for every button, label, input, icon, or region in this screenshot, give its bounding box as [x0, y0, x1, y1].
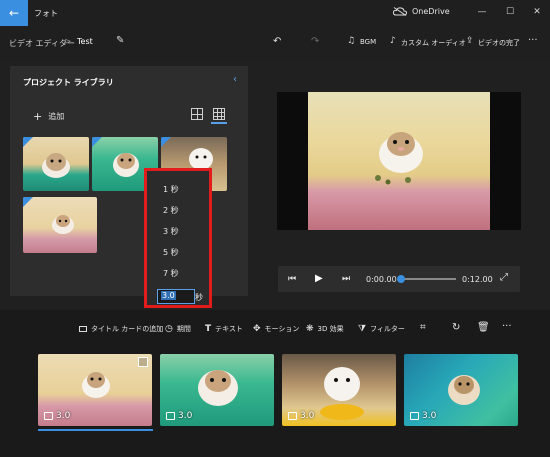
maximize-button[interactable]: ☐ [500, 4, 520, 20]
clip-duration: 3.0 [422, 411, 437, 421]
collapse-library-button[interactable]: ‹ [233, 74, 237, 85]
rename-pencil-icon[interactable]: ✎ [116, 35, 124, 46]
motion-icon: ✥ [253, 324, 261, 334]
hamster-image [375, 132, 423, 185]
music-note-icon: ♫ [347, 36, 356, 46]
video-preview[interactable] [277, 92, 521, 230]
filter-icon: ⧩ [358, 324, 367, 334]
add-label: 追加 [48, 112, 65, 121]
motion-button[interactable]: ✥ モーション [253, 324, 299, 334]
3d-effects-button[interactable]: ❋ 3D 効果 [306, 324, 344, 334]
motion-label: モーション [264, 325, 300, 333]
text-button[interactable]: T テキスト [205, 324, 243, 334]
duration-label: 期間 [176, 325, 191, 333]
current-time: 0:00.00 [366, 275, 397, 284]
crop-icon[interactable]: ⌗ [420, 322, 426, 333]
custom-audio-button[interactable]: カスタム オーディオ [401, 38, 466, 48]
selected-corner-marker [161, 137, 171, 147]
cloud-icon [393, 7, 407, 16]
image-icon [288, 412, 297, 420]
onedrive-status[interactable]: OneDrive [393, 7, 450, 16]
library-thumbnail[interactable] [23, 197, 97, 253]
more-options-button[interactable]: ··· [528, 35, 538, 46]
small-grid-view-icon[interactable] [213, 108, 225, 120]
seek-handle[interactable] [397, 275, 405, 283]
total-time: 0:12.00 [462, 275, 493, 284]
add-title-card-button[interactable]: タイトル カードの追加 [79, 324, 163, 334]
text-icon: T [205, 324, 212, 334]
storyboard-clip[interactable]: 3.0 [38, 354, 152, 426]
app-title: フォト [34, 9, 58, 18]
seek-bar[interactable] [402, 278, 456, 280]
selected-clip-indicator [38, 429, 153, 431]
custom-audio-icon: ♪ [390, 36, 396, 46]
duration-button[interactable]: ◷ 期間 [165, 324, 191, 334]
onedrive-label: OneDrive [412, 7, 450, 16]
delete-icon[interactable]: 🗑 [477, 322, 490, 333]
next-frame-button[interactable]: ⏭ [342, 274, 350, 284]
image-icon [44, 412, 53, 420]
text-label: テキスト [215, 325, 243, 333]
library-thumbnail[interactable] [23, 137, 89, 191]
selected-corner-marker [23, 137, 33, 147]
duration-option-3[interactable]: 3 秒 [163, 226, 179, 237]
image-icon [166, 412, 175, 420]
duration-option-7[interactable]: 7 秒 [163, 268, 179, 279]
add-media-button[interactable]: + 追加 [33, 110, 64, 123]
storyboard-clip[interactable]: 3.0 [160, 354, 274, 426]
storyboard-clip[interactable]: 3.0 [404, 354, 518, 426]
play-button[interactable]: ▶ [315, 273, 323, 284]
clip-duration: 3.0 [56, 411, 71, 421]
close-button[interactable]: ✕ [527, 4, 547, 20]
export-icon: ⇪ [466, 36, 474, 46]
back-arrow-icon: ← [8, 6, 20, 20]
clip-duration-label: 3.0 [44, 411, 70, 421]
bgm-button[interactable]: BGM [360, 38, 376, 46]
clip-duration-label: 3.0 [166, 411, 192, 421]
preview-image [308, 92, 490, 230]
project-name: Test [77, 37, 93, 46]
clip-duration-label: 3.0 [288, 411, 314, 421]
redo-button[interactable]: ↷ [311, 36, 319, 47]
back-button[interactable]: ← [0, 0, 28, 26]
large-grid-view-icon[interactable] [191, 108, 203, 120]
minimize-button[interactable]: — [472, 4, 492, 20]
hamster-image [52, 215, 74, 234]
clip-duration-label: 3.0 [410, 411, 436, 421]
duration-menu: 1 秒 2 秒 3 秒 5 秒 7 秒 3.0 [144, 168, 212, 308]
custom-duration-value: 3.0 [161, 291, 176, 300]
clock-icon: ◷ [165, 324, 173, 334]
fullscreen-expand-icon[interactable]: ⤢ [500, 272, 508, 283]
clip-duration: 3.0 [300, 411, 315, 421]
duration-unit-label: 秒 [195, 293, 203, 302]
storyboard-more-button[interactable]: ··· [502, 321, 512, 332]
selected-corner-marker [23, 197, 33, 207]
previous-frame-button[interactable]: ⏮ [288, 274, 296, 284]
clip-select-checkbox[interactable] [138, 357, 148, 367]
rotate-icon[interactable]: ↻ [452, 322, 460, 333]
plus-icon: + [33, 110, 43, 123]
breadcrumb-separator: > [64, 37, 72, 47]
3d-effects-label: 3D 効果 [317, 325, 344, 333]
finish-video-button[interactable]: ビデオの完了 [478, 38, 520, 48]
title-bar [0, 0, 550, 26]
project-library-title: プロジェクト ライブラリ [23, 78, 114, 87]
view-selected-indicator [211, 122, 227, 124]
undo-button[interactable]: ↶ [273, 36, 281, 47]
duration-option-1[interactable]: 1 秒 [163, 184, 179, 195]
title-card-icon [79, 326, 87, 332]
3d-effects-icon: ❋ [306, 324, 314, 334]
duration-option-5[interactable]: 5 秒 [163, 247, 179, 258]
image-icon [410, 412, 419, 420]
duration-option-2[interactable]: 2 秒 [163, 205, 179, 216]
selected-corner-marker [92, 137, 102, 147]
storyboard-clip[interactable]: 3.0 [282, 354, 396, 426]
add-title-card-label: タイトル カードの追加 [91, 325, 164, 333]
filters-button[interactable]: ⧩ フィルター [358, 324, 405, 334]
clip-duration: 3.0 [178, 411, 193, 421]
filters-label: フィルター [370, 325, 405, 333]
